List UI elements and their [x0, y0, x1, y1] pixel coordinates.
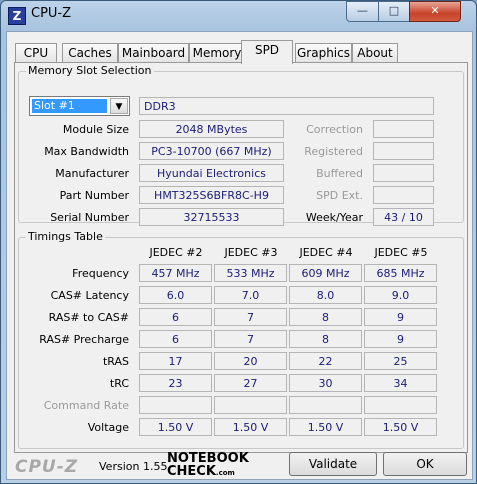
timing-row-label: RAS# Precharge: [39, 333, 129, 346]
timing-cell: 6.0: [139, 286, 212, 304]
correction-value: [373, 120, 434, 138]
buffered-value: [373, 164, 434, 182]
week-year-label: Week/Year: [305, 211, 363, 224]
max-bandwidth-label: Max Bandwidth: [44, 145, 129, 158]
timing-cell: 685 MHz: [364, 264, 437, 282]
registered-label: Registered: [304, 145, 363, 158]
memory-slot-group: Memory Slot Selection Slot #1 ▼ DDR3 Mod…: [18, 64, 464, 226]
timing-cell: [289, 396, 362, 414]
timing-cell: 8: [289, 308, 362, 326]
timing-cell: 30: [289, 374, 362, 392]
timing-row-label: CAS# Latency: [50, 289, 129, 302]
timing-cell: 17: [139, 352, 212, 370]
spd-ext-label: SPD Ext.: [316, 189, 363, 202]
timings-column-header: JEDEC #2: [149, 246, 203, 259]
timing-cell: 6: [139, 330, 212, 348]
timing-cell: 9: [364, 308, 437, 326]
timing-cell: 7: [214, 308, 287, 326]
timing-cell: 27: [214, 374, 287, 392]
timing-row-label: tRC: [109, 377, 129, 390]
maximize-button[interactable]: □: [378, 1, 410, 22]
tab-graphics[interactable]: Graphics: [295, 43, 352, 63]
timings-column-header: JEDEC #4: [299, 246, 353, 259]
timing-cell: 7: [214, 330, 287, 348]
module-size-label: Module Size: [62, 123, 129, 136]
buffered-label: Buffered: [316, 167, 363, 180]
registered-value: [373, 142, 434, 160]
week-year-value: 43 / 10: [373, 208, 434, 226]
tab-mainboard[interactable]: Mainboard: [118, 43, 189, 63]
timing-cell: 9.0: [364, 286, 437, 304]
timing-cell: 8: [289, 330, 362, 348]
timing-cell: 23: [139, 374, 212, 392]
title-bar[interactable]: Z CPU-Z — □ ✕: [1, 1, 476, 29]
timing-cell: 609 MHz: [289, 264, 362, 282]
timing-cell: 1.50 V: [289, 418, 362, 436]
tab-about[interactable]: About: [352, 43, 398, 63]
watermark-suffix: .com: [215, 469, 235, 477]
serial-number-value: 32715533: [139, 208, 284, 226]
manufacturer-label: Manufacturer: [55, 167, 129, 180]
part-number-value: HMT325S6BFR8C-H9: [139, 186, 284, 204]
timings-column-header: JEDEC #5: [374, 246, 428, 259]
spd-ext-value: [373, 186, 434, 204]
tab-memory[interactable]: Memory: [189, 43, 245, 63]
notebookcheck-watermark: NOTEBOOK CHECK.com: [167, 452, 249, 480]
spd-panel: Memory Slot Selection Slot #1 ▼ DDR3 Mod…: [14, 62, 468, 453]
module-size-value: 2048 MBytes: [139, 120, 284, 138]
timing-cell: 8.0: [289, 286, 362, 304]
serial-number-label: Serial Number: [50, 211, 129, 224]
window-title: CPU-Z: [31, 6, 72, 21]
timing-cell: 20: [214, 352, 287, 370]
part-number-label: Part Number: [59, 189, 129, 202]
timing-cell: 22: [289, 352, 362, 370]
minimize-button[interactable]: —: [346, 1, 379, 22]
timing-row-label: tRAS: [102, 355, 129, 368]
timing-cell: 6: [139, 308, 212, 326]
timing-cell: 34: [364, 374, 437, 392]
cpuz-window: Z CPU-Z — □ ✕ CPU Caches Mainboard Memor…: [0, 0, 477, 484]
timing-cell: 457 MHz: [139, 264, 212, 282]
timing-cell: 1.50 V: [214, 418, 287, 436]
timings-group: Timings Table JEDEC #2 JEDEC #3 JEDEC #4…: [18, 230, 464, 449]
timing-row-label: Frequency: [72, 267, 129, 280]
tab-cpu[interactable]: CPU: [15, 43, 57, 63]
timing-cell: [364, 396, 437, 414]
timing-cell: 7.0: [214, 286, 287, 304]
memory-slot-group-title: Memory Slot Selection: [26, 64, 154, 77]
slot-select[interactable]: Slot #1 ▼: [29, 96, 130, 116]
timing-cell: 1.50 V: [364, 418, 437, 436]
timing-row-label: RAS# to CAS#: [48, 311, 129, 324]
validate-button[interactable]: Validate: [289, 452, 377, 476]
cpuz-app-icon[interactable]: Z: [8, 7, 26, 25]
timing-cell: 533 MHz: [214, 264, 287, 282]
timing-row-label: Voltage: [87, 421, 129, 434]
timings-group-title: Timings Table: [26, 230, 105, 243]
timings-column-header: JEDEC #3: [224, 246, 278, 259]
correction-label: Correction: [306, 123, 363, 136]
ok-button[interactable]: OK: [383, 452, 467, 476]
manufacturer-value: Hyundai Electronics: [139, 164, 284, 182]
timing-cell: [214, 396, 287, 414]
timing-cell: 9: [364, 330, 437, 348]
max-bandwidth-value: PC3-10700 (667 MHz): [139, 142, 284, 160]
memory-type-field: DDR3: [139, 97, 434, 115]
chevron-down-icon[interactable]: ▼: [110, 98, 128, 114]
version-text: Version 1.55: [99, 460, 168, 473]
tab-caches[interactable]: Caches: [62, 43, 118, 63]
close-button[interactable]: ✕: [409, 1, 461, 22]
timing-cell: 1.50 V: [139, 418, 212, 436]
cpuz-logo: CPU-Z: [15, 457, 79, 477]
timing-row-label: Command Rate: [43, 399, 129, 412]
tab-spd[interactable]: SPD: [241, 40, 293, 64]
client-area: CPU Caches Mainboard Memory SPD Graphics…: [6, 31, 473, 480]
watermark-line2: CHECK: [167, 464, 216, 479]
slot-select-value: Slot #1: [32, 99, 107, 113]
timing-cell: 25: [364, 352, 437, 370]
timing-cell: [139, 396, 212, 414]
